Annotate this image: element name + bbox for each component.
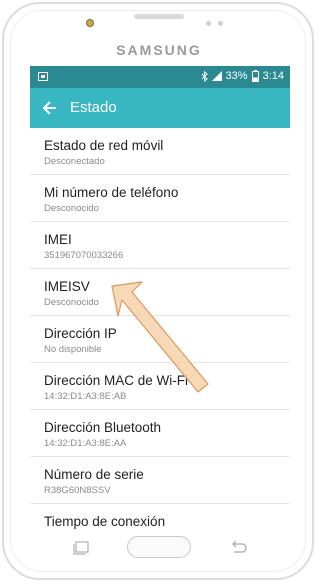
signal-icon [211, 71, 222, 81]
list-item-uptime[interactable]: Tiempo de conexión [30, 504, 290, 529]
list-item-imeisv[interactable]: IMEISV Desconocido [30, 269, 290, 316]
list-item-title: Estado de red móvil [44, 138, 164, 153]
back-key-icon[interactable] [228, 540, 248, 554]
hardware-nav-bar [0, 529, 318, 569]
list-item-wifi-mac[interactable]: Dirección MAC de Wi-Fi 14:32:D1:A3:8E:AB [30, 363, 290, 410]
phone-screen: 33% 3:14 Estado Estado de red móvil Desc… [30, 66, 290, 529]
list-item-network-state[interactable]: Estado de red móvil Desconectado [30, 128, 290, 175]
clock: 3:14 [262, 70, 284, 82]
list-item-phone-number[interactable]: Mi número de teléfono Desconocido [30, 175, 290, 222]
list-item-title: IMEI [44, 232, 72, 247]
list-item-title: Dirección MAC de Wi-Fi [44, 373, 189, 388]
list-item-value: 351967070033266 [44, 250, 124, 261]
list-item-title: Dirección Bluetooth [44, 420, 162, 435]
bluetooth-icon [201, 70, 208, 82]
brand-logo: SAMSUNG [116, 42, 202, 58]
list-item-serial-number[interactable]: Número de serie R38G60N8SSV [30, 457, 290, 504]
list-item-value: 14:32:D1:A3:8E:AB [44, 391, 127, 402]
light-sensor [218, 21, 223, 26]
list-item-value: Desconectado [44, 156, 105, 167]
list-item-title: Dirección IP [44, 326, 117, 341]
earpiece-speaker [134, 14, 184, 19]
list-item-value: Desconocido [44, 203, 99, 214]
recent-apps-icon[interactable] [72, 541, 90, 555]
list-item-title: Número de serie [44, 467, 144, 482]
list-item-title: Tiempo de conexión [44, 514, 166, 529]
list-item-value: Desconocido [44, 297, 99, 308]
proximity-sensor [206, 21, 211, 26]
status-bar: 33% 3:14 [30, 66, 290, 88]
app-bar: Estado [30, 88, 290, 128]
list-item-value: 14:32:D1:A3:8E:AA [44, 438, 127, 449]
battery-icon [251, 70, 259, 82]
list-item-imei[interactable]: IMEI 351967070033266 [30, 222, 290, 269]
home-button[interactable] [127, 536, 191, 558]
arrow-left-icon[interactable] [42, 100, 58, 116]
list-item-title: Mi número de teléfono [44, 185, 179, 200]
status-list: Estado de red móvil Desconectado Mi núme… [30, 128, 290, 529]
status-bar-right: 33% 3:14 [201, 70, 284, 82]
list-item-value: No disponible [44, 344, 102, 355]
notification-icon [38, 72, 48, 81]
list-item-value: R38G60N8SSV [44, 485, 111, 496]
list-item-ip-address[interactable]: Dirección IP No disponible [30, 316, 290, 363]
list-item-bluetooth-address[interactable]: Dirección Bluetooth 14:32:D1:A3:8E:AA [30, 410, 290, 457]
page-title: Estado [70, 99, 117, 116]
front-camera-icon [86, 19, 94, 27]
list-item-title: IMEISV [44, 279, 90, 294]
battery-percent: 33% [225, 70, 248, 82]
